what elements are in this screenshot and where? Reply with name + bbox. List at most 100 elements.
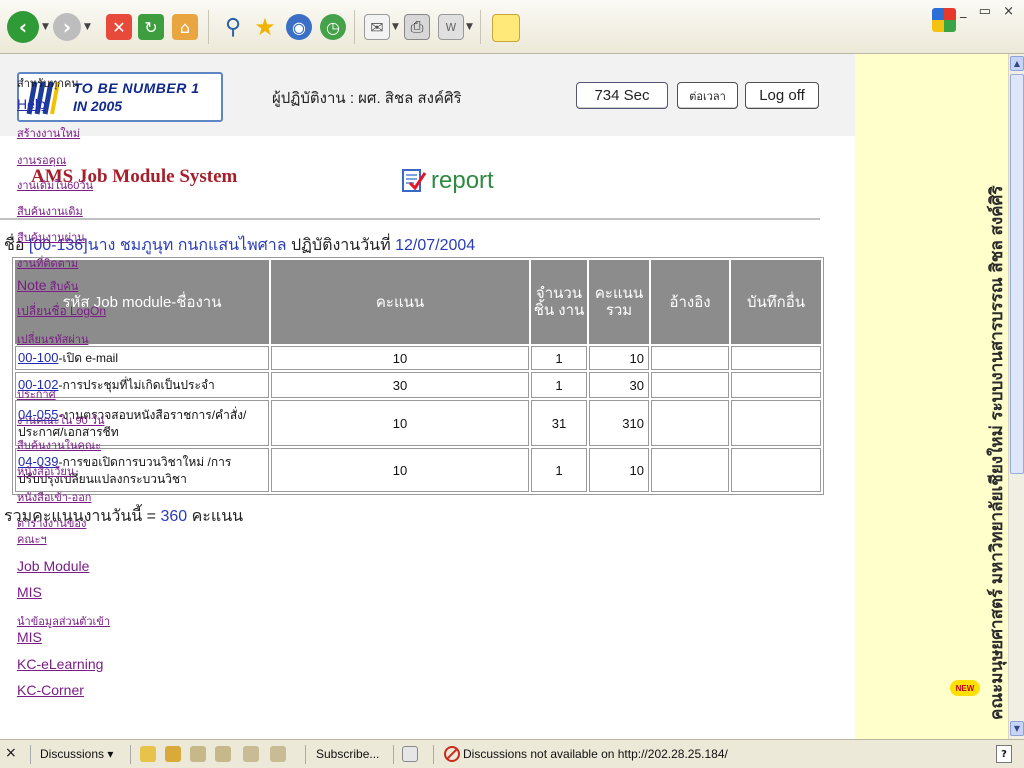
print-icon[interactable]: ⎙ xyxy=(404,14,430,40)
header-count: จำนวน ชิ้น งาน xyxy=(531,260,587,344)
title-divider xyxy=(0,218,820,220)
security-status-icon: ? xyxy=(996,745,1012,763)
sidebar-item-announce[interactable]: ประกาศ xyxy=(17,385,56,403)
sidebar-item-schedule-line2[interactable]: คณะฯ xyxy=(17,530,47,548)
total-cell: 10 xyxy=(589,448,649,492)
search-icon[interactable]: ⚲ xyxy=(220,14,246,40)
edit-dropdown-icon[interactable]: ▼ xyxy=(466,22,473,32)
sidebar-item-change-logon[interactable]: เปลี่ยนชื่อ LogOn xyxy=(17,302,106,321)
sidebar-item-search-faculty[interactable]: สืบค้นงานในคณะ xyxy=(17,436,101,454)
sidebar-item-old60[interactable]: งานเดิมใน60วัน xyxy=(17,176,93,194)
sidebar-item-create-new[interactable]: สร้างงานใหม่ xyxy=(17,124,80,142)
windows-logo-icon xyxy=(932,8,956,32)
sidebar-item-faculty90[interactable]: งานคณะใน 90 วัน xyxy=(17,411,104,429)
total-cell: 30 xyxy=(589,372,649,398)
extend-time-button[interactable]: ต่อเวลา xyxy=(677,82,738,109)
report-label[interactable]: report xyxy=(431,167,494,195)
total-cell: 10 xyxy=(589,346,649,370)
subscribe-button[interactable]: Subscribe... xyxy=(316,747,379,761)
date-prefix: ปฏิบัติงานวันที่ xyxy=(286,237,396,254)
collapse-icon[interactable] xyxy=(215,746,231,762)
discussion-pane-icon[interactable] xyxy=(402,746,418,762)
media-icon[interactable]: ◉ xyxy=(286,14,312,40)
count-cell: 1 xyxy=(531,372,587,398)
operator-label: ผู้ปฏิบัติงาน : ผศ. สิชล สงค์ศิริ xyxy=(272,90,462,107)
ref-cell xyxy=(651,448,729,492)
mail-dropdown-icon[interactable]: ▼ xyxy=(392,22,399,32)
sidebar-item-import-mis-line2[interactable]: MIS xyxy=(17,629,42,645)
table-row: 04-055-งานตรวจสอบหนังสือราชการ/คำสั่ง/ปร… xyxy=(15,400,821,446)
sidebar-item-pending[interactable]: งานรอคุณ xyxy=(17,151,66,169)
sidebar-item-kc-corner[interactable]: KC-Corner xyxy=(17,682,84,698)
sidebar-item-search-old[interactable]: สืบค้นงานเดิม xyxy=(17,202,83,220)
score-cell: 10 xyxy=(271,448,529,492)
reply-icon[interactable] xyxy=(165,746,181,762)
bar-separator xyxy=(393,745,394,764)
bar-separator xyxy=(433,745,434,764)
scroll-up-icon[interactable]: ▲ xyxy=(1010,56,1024,71)
mail-icon[interactable]: ✉ xyxy=(364,14,390,40)
job-cell: 00-100-เปิด e-mail xyxy=(15,346,269,370)
ref-cell xyxy=(651,372,729,398)
sidebar-item-change-password[interactable]: เปลี่ยนรหัสผ่าน xyxy=(17,330,88,348)
scroll-thumb[interactable] xyxy=(1010,74,1024,474)
job-code-link[interactable]: 00-100 xyxy=(18,350,58,365)
back-dropdown-icon[interactable]: ▼ xyxy=(42,22,49,32)
close-icon[interactable]: × xyxy=(5,745,17,761)
note-link[interactable]: Note xyxy=(17,277,47,293)
back-icon[interactable]: ‹ xyxy=(7,11,39,43)
job-name: -การประชุมที่ไม่เกิดเป็นประจำ xyxy=(58,378,215,392)
new-badge: NEW xyxy=(950,680,980,696)
header-note: บันทึกอื่น xyxy=(731,260,821,344)
toolbar-separator xyxy=(480,10,481,44)
scroll-down-icon[interactable]: ▼ xyxy=(1010,721,1024,736)
next-icon[interactable] xyxy=(270,746,286,762)
note-cell xyxy=(731,346,821,370)
count-cell: 31 xyxy=(531,400,587,446)
home-icon[interactable]: ⌂ xyxy=(172,14,198,40)
vertical-banner-text: คณะมนุษยศาสตร์ มหาวิทยาลัยเชียงใหม่ ระบบ… xyxy=(987,185,1006,720)
sidebar-item-help[interactable]: Help xyxy=(17,96,46,112)
sidebar-item-search-passed[interactable]: สืบค้นงานผ่าน xyxy=(17,228,85,246)
scrollbar[interactable]: ▲ ▼ xyxy=(1008,54,1024,739)
messenger-icon[interactable] xyxy=(492,14,520,42)
toolbar-separator xyxy=(354,10,355,44)
sidebar-item-circular[interactable]: หนังสือเวียน xyxy=(17,462,74,480)
score-cell: 30 xyxy=(271,372,529,398)
discussion-bar: × Discussions ▾ Subscribe... Discussions… xyxy=(0,739,1024,768)
sidebar-item-tracked[interactable]: งานที่ติดตาม xyxy=(17,254,78,272)
score-cell: 10 xyxy=(271,346,529,370)
favorites-icon[interactable]: ★ xyxy=(252,13,278,41)
table-row: 00-100-เปิด e-mail 10 1 10 xyxy=(15,346,821,370)
table-row: 04-039-การขอเปิดการบวนวิชาใหม่ /การปรับป… xyxy=(15,448,821,492)
forward-icon[interactable]: › xyxy=(53,13,81,41)
sidebar-item-import-mis[interactable]: นำข้อมูลส่วนตัวเข้า xyxy=(17,612,110,630)
history-icon[interactable]: ◷ xyxy=(320,14,346,40)
forward-dropdown-icon[interactable]: ▼ xyxy=(84,22,91,32)
sidebar-item-job-module[interactable]: Job Module xyxy=(17,558,89,574)
work-date: 12/07/2004 xyxy=(395,237,476,254)
edit-icon[interactable]: W xyxy=(438,14,464,40)
sidebar-item-note-search[interactable]: Note สืบค้น xyxy=(17,277,78,295)
note-cell xyxy=(731,448,821,492)
not-available-icon xyxy=(444,746,460,762)
table-header-row: รหัส Job module-ชื่องาน คะแนน จำนวน ชิ้น… xyxy=(15,260,821,344)
sidebar-item-inout[interactable]: หนังสือเข้า-ออก xyxy=(17,488,91,506)
sidebar-item-mis[interactable]: MIS xyxy=(17,584,42,600)
new-discussion-icon[interactable] xyxy=(140,746,156,762)
session-timer-button[interactable]: 734 Sec xyxy=(576,82,668,109)
discussions-menu[interactable]: Discussions ▾ xyxy=(40,747,113,761)
expand-icon[interactable] xyxy=(190,746,206,762)
refresh-icon[interactable]: ↻ xyxy=(138,14,164,40)
sidebar-heading: สำหรับทุกคน xyxy=(17,78,79,90)
total-value: 360 xyxy=(160,508,188,525)
note-search-link[interactable]: สืบค้น xyxy=(47,281,79,293)
table-row: 00-102-การประชุมที่ไม่เกิดเป็นประจำ 30 1… xyxy=(15,372,821,398)
note-cell xyxy=(731,400,821,446)
logoff-button[interactable]: Log off xyxy=(745,82,819,109)
window-controls[interactable]: _ ▭ × xyxy=(960,4,1018,19)
stop-icon[interactable]: ✕ xyxy=(106,14,132,40)
sidebar-item-kc-elearning[interactable]: KC-eLearning xyxy=(17,656,103,672)
previous-icon[interactable] xyxy=(243,746,259,762)
total-cell: 310 xyxy=(589,400,649,446)
